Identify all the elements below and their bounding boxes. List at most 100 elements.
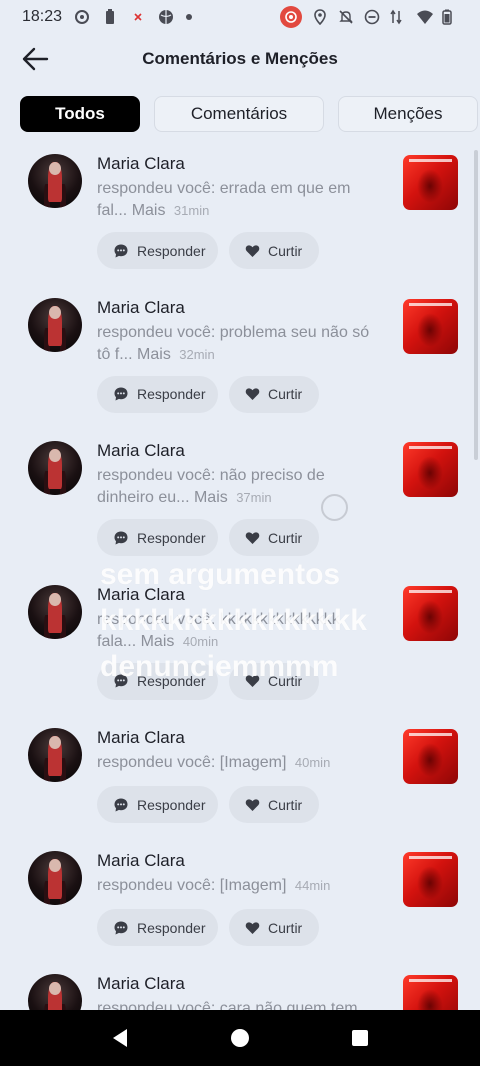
data-transfer-icon [390,9,406,25]
avatar[interactable] [28,441,82,495]
reply-label: Responder [137,529,206,546]
reply-button[interactable]: Responder [97,375,218,413]
reply-button[interactable]: Responder [97,786,218,823]
chat-bubble-icon [114,531,128,544]
heart-icon [245,675,260,687]
page-title: Comentários e Menções [142,49,338,68]
like-label: Curtir [268,386,303,402]
avatar[interactable] [28,297,82,352]
username[interactable]: Maria Clara [97,298,185,318]
video-thumbnail[interactable] [403,852,458,907]
item-actions: Responder Curtir [97,232,319,269]
reply-label: Responder [137,796,206,813]
like-button[interactable]: Curtir [229,232,319,269]
do-not-disturb-icon [364,9,380,25]
like-button[interactable]: Curtir [229,662,319,700]
like-button[interactable]: Curtir [229,909,319,946]
reply-button[interactable]: Responder [97,232,218,269]
header: Comentários e Menções [0,34,480,84]
like-label: Curtir [268,242,303,259]
comment-text: respondeu você: problema seu não só tô f… [97,322,377,366]
location-icon [312,9,328,26]
filter-tabs: Todos Comentários Menções [20,96,480,132]
reply-label: Responder [137,242,206,259]
like-label: Curtir [268,796,303,813]
avatar[interactable] [28,728,82,782]
globe-icon [158,9,174,25]
tab-comentarios[interactable]: Comentários [154,96,324,132]
username[interactable]: Maria Clara [97,851,185,871]
reply-button[interactable]: Responder [97,519,218,556]
comment-body: respondeu você: [Imagem] [97,877,287,894]
notification-list: Maria Clara respondeu você: errada em qu… [0,148,480,1010]
video-thumbnail[interactable] [403,585,458,641]
heart-icon [245,244,260,257]
nav-recents-button[interactable] [340,1018,380,1058]
avatar[interactable] [28,154,82,208]
avatar[interactable] [28,974,82,1010]
tab-mencoes[interactable]: Menções [338,96,478,132]
video-thumbnail[interactable] [403,975,458,1010]
username[interactable]: Maria Clara [97,728,185,748]
heart-icon [245,531,260,544]
battery-saver-icon [102,9,118,25]
reply-button[interactable]: Responder [97,662,218,700]
username[interactable]: Maria Clara [97,441,185,461]
avatar[interactable] [28,851,82,905]
video-thumbnail[interactable] [403,155,458,210]
list-item[interactable]: Maria Clara respondeu você: não preciso … [0,435,480,579]
video-thumbnail[interactable] [403,442,458,497]
video-thumbnail[interactable] [403,729,458,784]
chat-bubble-icon [114,674,128,688]
system-navigation-bar [0,1010,480,1066]
list-item[interactable]: Maria Clara respondeu você: [Imagem] 44m… [0,845,480,968]
timestamp: 31min [173,203,210,218]
reply-label: Responder [137,673,206,689]
like-button[interactable]: Curtir [229,519,319,556]
item-actions: Responder Curtir [97,662,319,700]
square-recents-icon [352,1030,368,1046]
list-item[interactable]: Maria Clara respondeu você: errada em qu… [0,148,480,292]
comment-text: respondeu você: cara não quem tem... [97,998,377,1010]
avatar[interactable] [28,584,82,639]
circle-home-icon [231,1029,249,1047]
like-button[interactable]: Curtir [229,786,319,823]
list-item[interactable]: Maria Clara respondeu você: kkkkkkkkkkkk… [0,579,480,723]
scrollbar[interactable] [474,150,478,460]
list-item[interactable]: Maria Clara respondeu você: problema seu… [0,292,480,436]
timestamp: 37min [236,490,272,505]
more-link[interactable]: Mais [137,346,171,363]
comment-body: respondeu você: [Imagem] [97,754,287,771]
more-link[interactable]: Mais [132,202,166,219]
chat-bubble-icon [114,798,128,811]
timestamp: 40min [182,633,219,649]
arrow-left-icon [22,47,49,71]
like-label: Curtir [268,529,303,546]
item-actions: Responder Curtir [97,909,319,946]
nav-back-button[interactable] [100,1018,140,1058]
username[interactable]: Maria Clara [97,585,185,605]
tab-todos[interactable]: Todos [20,96,140,132]
username[interactable]: Maria Clara [97,154,185,174]
video-thumbnail[interactable] [403,298,458,354]
comment-body: respondeu você: kkkkkkkkkkkkkkk fala... [97,610,340,650]
reply-button[interactable]: Responder [97,909,218,946]
item-actions: Responder Curtir [97,519,319,556]
list-item[interactable]: Maria Clara respondeu você: cara não que… [0,968,480,1010]
back-button[interactable] [18,42,52,76]
comment-text: respondeu você: kkkkkkkkkkkkkkk fala... … [97,609,377,653]
like-button[interactable]: Curtir [229,375,319,413]
reply-label: Responder [137,919,206,936]
more-link[interactable]: Mais [194,489,228,506]
nav-home-button[interactable] [220,1018,260,1058]
screen-record-icon [280,6,302,28]
heart-icon [245,798,260,811]
wifi-icon [416,9,433,25]
more-link[interactable]: Mais [141,633,175,650]
reply-label: Responder [137,386,206,402]
mute-icon [338,9,354,25]
list-item[interactable]: Maria Clara respondeu você: [Imagem] 40m… [0,722,480,845]
username[interactable]: Maria Clara [97,974,185,994]
loading-spinner [321,494,348,521]
more-notifications-icon [186,14,193,20]
